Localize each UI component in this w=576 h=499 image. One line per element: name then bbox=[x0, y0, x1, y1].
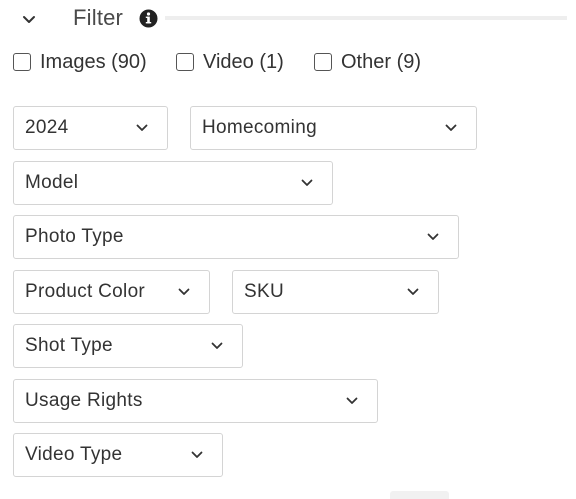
shot-type-select[interactable]: Shot Type bbox=[13, 324, 243, 368]
chevron-down-icon bbox=[135, 121, 149, 135]
chevron-down-icon bbox=[444, 121, 458, 135]
filter-title: Filter bbox=[73, 5, 124, 30]
header-divider bbox=[165, 16, 567, 20]
filter-header: Filter bbox=[0, 0, 576, 36]
year-select[interactable]: 2024 bbox=[13, 106, 168, 150]
chevron-down-icon bbox=[190, 448, 204, 462]
checkbox-label: Other (9) bbox=[341, 50, 422, 73]
filter-panel: Filter Images (90) Video (1) Other (9) 2… bbox=[0, 0, 576, 499]
other-checkbox[interactable]: Other (9) bbox=[314, 49, 421, 75]
partial-button[interactable] bbox=[390, 491, 449, 499]
video-checkbox[interactable]: Video (1) bbox=[176, 49, 284, 75]
select-value: Shot Type bbox=[25, 335, 113, 356]
usage-rights-select[interactable]: Usage Rights bbox=[13, 379, 378, 423]
checkbox-box[interactable] bbox=[176, 53, 194, 71]
select-value: Homecoming bbox=[202, 117, 317, 138]
checkbox-box[interactable] bbox=[13, 53, 31, 71]
select-value: Video Type bbox=[25, 444, 123, 465]
select-value: Model bbox=[25, 172, 79, 193]
chevron-down-icon bbox=[426, 230, 440, 244]
sku-select[interactable]: SKU bbox=[232, 270, 439, 314]
video-type-select[interactable]: Video Type bbox=[13, 433, 223, 477]
select-value: Photo Type bbox=[25, 226, 124, 247]
select-value: Product Color bbox=[25, 281, 146, 302]
images-checkbox[interactable]: Images (90) bbox=[13, 49, 147, 75]
select-value: Usage Rights bbox=[25, 390, 143, 411]
checkbox-box[interactable] bbox=[314, 53, 332, 71]
select-value: SKU bbox=[244, 281, 284, 302]
chevron-down-icon bbox=[300, 176, 314, 190]
event-select[interactable]: Homecoming bbox=[190, 106, 477, 150]
chevron-down-icon bbox=[210, 339, 224, 353]
product-color-select[interactable]: Product Color bbox=[13, 270, 210, 314]
chevron-down-icon bbox=[345, 394, 359, 408]
chevron-down-icon bbox=[406, 285, 420, 299]
photo-type-select[interactable]: Photo Type bbox=[13, 215, 459, 259]
select-value: 2024 bbox=[25, 117, 69, 138]
checkbox-label: Video (1) bbox=[203, 50, 284, 73]
model-select[interactable]: Model bbox=[13, 161, 333, 205]
info-icon[interactable] bbox=[138, 8, 158, 28]
chevron-down-icon bbox=[177, 285, 191, 299]
chevron-down-icon[interactable] bbox=[18, 8, 40, 30]
checkbox-label: Images (90) bbox=[40, 50, 147, 73]
